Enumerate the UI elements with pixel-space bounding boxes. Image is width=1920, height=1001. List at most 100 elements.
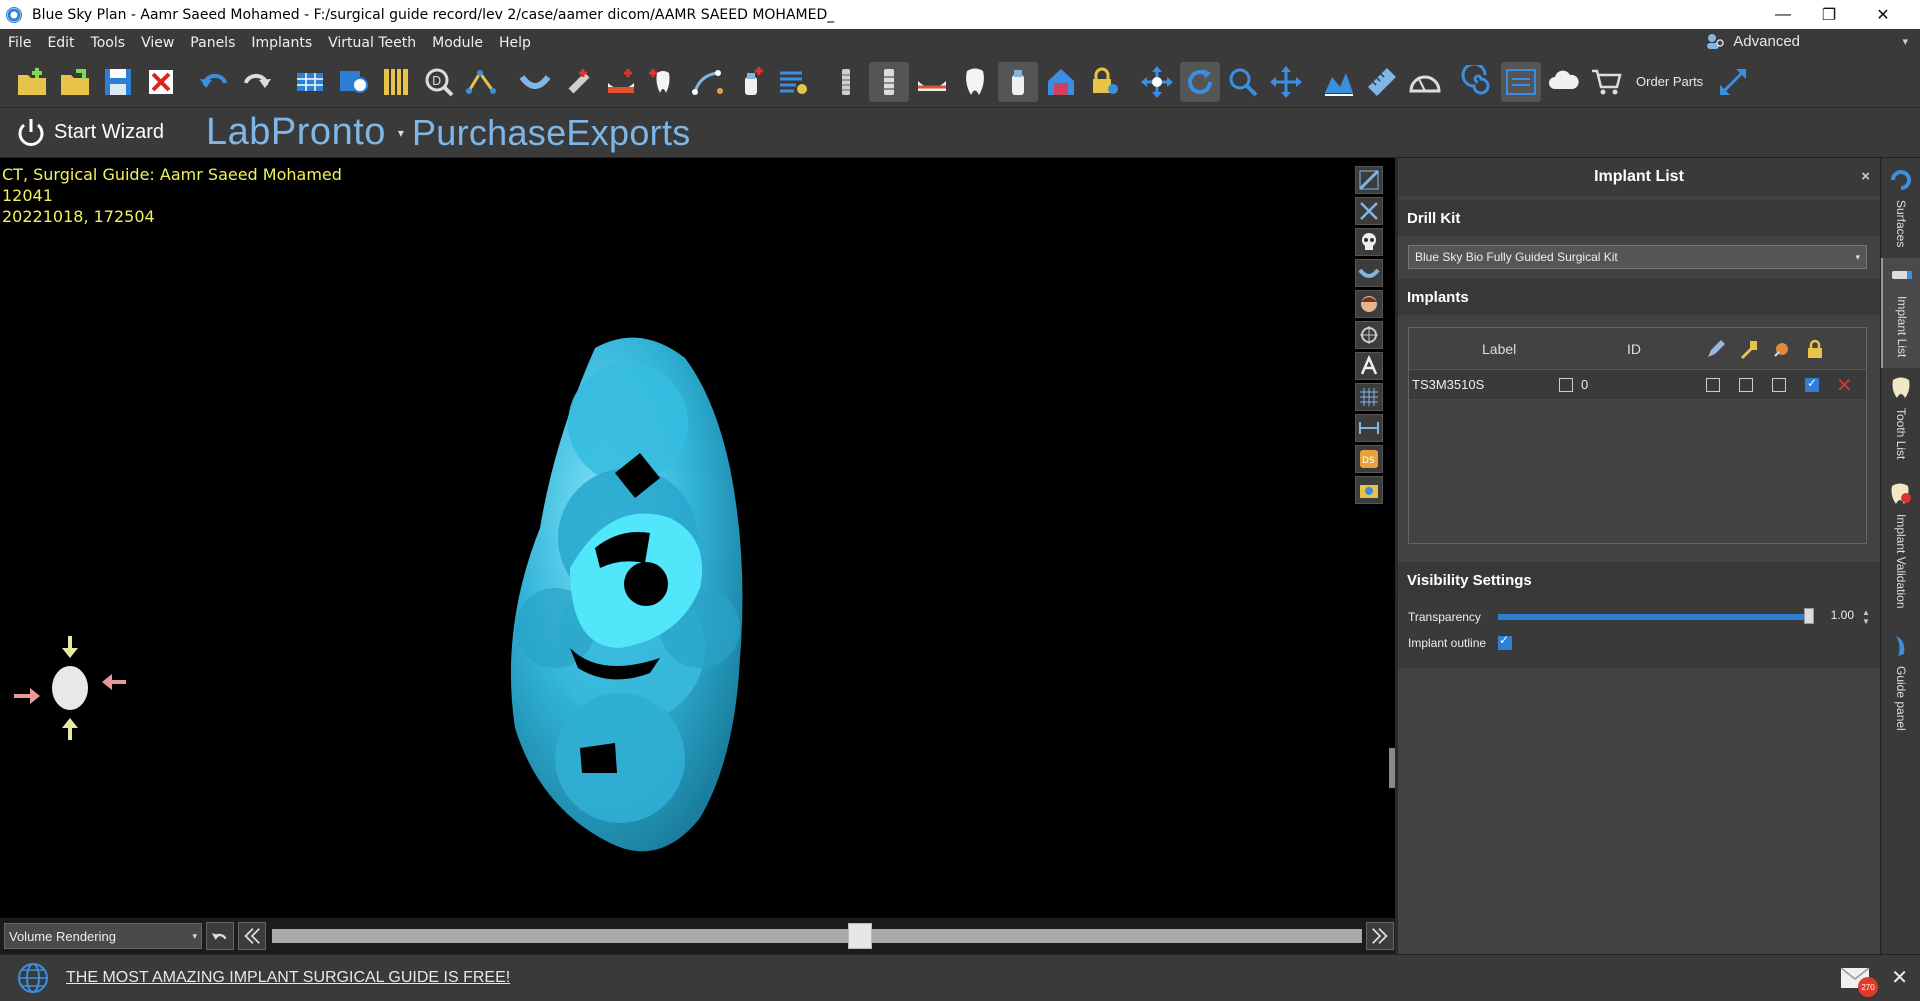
open-file-button[interactable] <box>55 62 95 102</box>
clip-tool[interactable] <box>1355 166 1383 194</box>
add-tooth-button[interactable] <box>644 62 684 102</box>
move-arrows-icon <box>1141 65 1173 98</box>
menu-panels[interactable]: Panels <box>182 35 243 51</box>
order-parts-label[interactable]: Order Parts <box>1636 74 1703 89</box>
measure-tool[interactable] <box>1355 414 1383 442</box>
nerve-button[interactable] <box>462 62 502 102</box>
close-window-button[interactable]: ✕ <box>1860 0 1906 29</box>
promo-link[interactable]: THE MOST AMAZING IMPLANT SURGICAL GUIDE … <box>66 969 510 987</box>
abutment-button[interactable] <box>869 61 909 102</box>
menu-tools[interactable]: Tools <box>83 35 134 51</box>
mode-dropdown-arrow[interactable]: ▾ <box>1902 35 1908 48</box>
grid-tool[interactable] <box>1355 383 1383 411</box>
sync-button[interactable] <box>1458 62 1498 102</box>
tab-implant-list[interactable]: Implant List <box>1881 258 1920 368</box>
implant-outline-checkbox[interactable] <box>1498 633 1512 650</box>
slice-next-button[interactable] <box>1366 922 1394 950</box>
reset-view-button[interactable] <box>206 922 234 950</box>
arch-tool[interactable] <box>1355 259 1383 287</box>
table-row[interactable]: TS3M3510S 0 ✕ <box>1409 370 1866 400</box>
render-mode-select[interactable]: Volume Rendering ▾ <box>4 923 202 949</box>
undo-button[interactable] <box>194 62 234 102</box>
implant-tool-button[interactable] <box>826 62 866 102</box>
minimize-button[interactable]: — <box>1760 0 1806 29</box>
transparency-value[interactable]: 1.00 <box>1822 608 1862 626</box>
curve-button[interactable] <box>687 62 727 102</box>
arch-button[interactable] <box>515 62 555 102</box>
fullscreen-button[interactable] <box>1713 62 1753 102</box>
skull-tool[interactable] <box>1355 228 1383 256</box>
drill-checkbox[interactable] <box>1739 378 1753 392</box>
cart-button[interactable] <box>1587 62 1627 102</box>
edit-checkbox[interactable] <box>1706 378 1720 392</box>
close-case-button[interactable] <box>141 62 181 102</box>
face-tool[interactable] <box>1355 290 1383 318</box>
target-tool[interactable] <box>1355 321 1383 349</box>
wizard-bar: Start Wizard LabPronto ▾ PurchaseExports <box>0 108 1920 158</box>
sleeve-checkbox[interactable] <box>1772 378 1786 392</box>
annotation-tool[interactable] <box>1355 352 1383 380</box>
histogram-button[interactable] <box>1319 62 1359 102</box>
cross-tool[interactable] <box>1355 197 1383 225</box>
tooth-button[interactable] <box>955 62 995 102</box>
jaw-model-button[interactable] <box>912 62 952 102</box>
settings-list-button[interactable] <box>773 62 813 102</box>
ds-tool[interactable]: DS <box>1355 445 1383 473</box>
menu-virtual-teeth[interactable]: Virtual Teeth <box>320 35 424 51</box>
menu-implants[interactable]: Implants <box>243 35 320 51</box>
tab-tooth-list[interactable]: Tooth List <box>1881 370 1920 459</box>
lock-view-button[interactable] <box>1084 62 1124 102</box>
tab-surfaces[interactable]: Surfaces <box>1881 162 1920 247</box>
angle-button[interactable] <box>1405 62 1445 102</box>
delete-implant-button[interactable]: ✕ <box>1836 373 1853 398</box>
slice-prev-button[interactable] <box>238 922 266 950</box>
purchase-exports-link[interactable]: PurchaseExports <box>412 112 691 154</box>
transparency-slider-thumb[interactable] <box>1804 608 1814 624</box>
start-wizard-button[interactable]: Start Wizard <box>14 116 164 150</box>
zoom-button[interactable] <box>1223 62 1263 102</box>
menu-edit[interactable]: Edit <box>39 35 82 51</box>
compare-button[interactable] <box>1501 61 1541 102</box>
menu-help[interactable]: Help <box>491 35 539 51</box>
viewport-scroll-edge[interactable] <box>1389 748 1395 788</box>
labpronto-logo[interactable]: LabPronto <box>206 111 386 154</box>
transparency-slider[interactable] <box>1498 614 1810 620</box>
redo-button[interactable] <box>237 62 277 102</box>
status-close-button[interactable]: ✕ <box>1891 965 1908 990</box>
panel-close-button[interactable]: × <box>1861 168 1870 185</box>
spin-arrows-icon[interactable]: ▲ ▼ <box>1862 608 1870 626</box>
add-crown-button[interactable] <box>601 62 641 102</box>
sleeve-button[interactable] <box>998 61 1038 102</box>
maximize-button[interactable]: ❐ <box>1806 0 1852 29</box>
pan-button[interactable] <box>1266 62 1306 102</box>
layout-button[interactable] <box>290 62 330 102</box>
labpronto-dropdown[interactable]: ▾ <box>398 126 404 140</box>
mode-selector[interactable]: Advanced <box>1705 31 1800 51</box>
lock-checkbox[interactable] <box>1805 376 1819 392</box>
save-button[interactable] <box>98 62 138 102</box>
3d-viewport[interactable]: CT, Surgical Guide: Aamr Saeed Mohamed 1… <box>0 158 1395 954</box>
slices-button[interactable] <box>376 62 416 102</box>
add-implant-button[interactable] <box>558 62 598 102</box>
add-sleeve-button[interactable] <box>730 62 770 102</box>
menu-module[interactable]: Module <box>424 35 491 51</box>
screenshot-tool[interactable] <box>1355 476 1383 504</box>
new-file-button[interactable] <box>12 62 52 102</box>
guide-design-button[interactable] <box>1041 62 1081 102</box>
slice-slider[interactable] <box>272 923 1362 949</box>
ruler-button[interactable] <box>1362 62 1402 102</box>
view-image-button[interactable] <box>333 62 373 102</box>
implant-id-checkbox[interactable] <box>1559 378 1573 392</box>
rotate-button[interactable] <box>1180 61 1220 102</box>
orientation-head-widget[interactable] <box>10 628 130 748</box>
slice-slider-thumb[interactable] <box>847 923 872 949</box>
tab-implant-validation[interactable]: Implant Validation <box>1881 476 1920 609</box>
menu-view[interactable]: View <box>133 35 182 51</box>
drill-kit-select[interactable]: Blue Sky Bio Fully Guided Surgical Kit ▾ <box>1408 245 1867 269</box>
menu-file[interactable]: File <box>0 35 39 51</box>
dicom-button[interactable]: D <box>419 62 459 102</box>
tab-guide-panel[interactable]: Guide panel <box>1881 628 1920 731</box>
surgical-guide-model[interactable] <box>500 328 770 858</box>
move-button[interactable] <box>1137 62 1177 102</box>
cloud-button[interactable] <box>1544 62 1584 102</box>
